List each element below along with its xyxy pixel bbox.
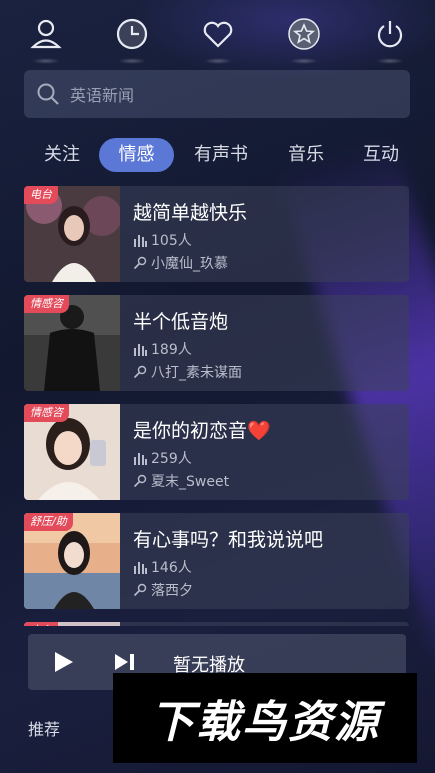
host-name: 夏末_Sweet (151, 474, 230, 490)
listener-count: 146人 (151, 560, 192, 576)
search-input[interactable]: 英语新闻 (70, 82, 134, 106)
tab-music[interactable]: 音乐 (282, 138, 330, 172)
list-item[interactable]: 情感咨 是你的初恋音❤️ 259人 夏末_Sweet (24, 404, 409, 500)
room-title: 越简单越快乐 (133, 202, 248, 224)
watermark-text: 下载鸟资源 (150, 697, 380, 748)
listeners-icon (134, 344, 147, 356)
search-bar[interactable]: 英语新闻 (24, 70, 410, 118)
star-icon[interactable] (284, 14, 324, 64)
room-badge: 电台 (24, 622, 58, 626)
listeners-icon (134, 235, 147, 247)
room-badge: 舒压/助 (24, 513, 73, 531)
list-item[interactable]: 情感咨 半个低音炮 189人 八打_素未谋面 (24, 295, 409, 391)
listener-count: 189人 (151, 342, 192, 358)
search-icon (37, 83, 59, 105)
room-title: 是你的初恋音❤️ (133, 420, 271, 442)
top-toolbar (0, 8, 435, 64)
room-list: 电台 越简单越快乐 105人 小魔仙_玖慕 情感咨 半个低音炮 189人 八打_… (24, 186, 409, 626)
microphone-icon (133, 474, 147, 488)
listeners-icon (134, 562, 147, 574)
clock-icon[interactable] (112, 14, 152, 64)
microphone-icon (133, 256, 147, 270)
tab-emotion[interactable]: 情感 (99, 138, 174, 172)
list-item[interactable]: 电台 越简单越快乐 105人 小魔仙_玖慕 (24, 186, 409, 282)
room-title: 半个低音炮 (133, 311, 229, 333)
listeners-icon (134, 453, 147, 465)
room-badge: 情感咨 (24, 404, 69, 422)
list-item[interactable]: 舒压/助 有心事吗？和我说说吧 146人 落西夕 (24, 513, 409, 609)
listener-count: 105人 (151, 233, 192, 249)
user-icon[interactable] (26, 14, 66, 64)
listener-count: 259人 (151, 451, 192, 467)
tab-audiobook[interactable]: 有声书 (188, 138, 254, 172)
host-name: 八打_素未谋面 (151, 365, 242, 381)
host-name: 落西夕 (151, 583, 193, 599)
tab-follow[interactable]: 关注 (36, 138, 88, 172)
host-name: 小魔仙_玖慕 (151, 256, 228, 272)
tab-interactive[interactable]: 互动 (356, 138, 406, 172)
list-item[interactable]: 电台 (24, 622, 409, 626)
play-icon[interactable] (52, 651, 74, 673)
room-badge: 电台 (24, 186, 58, 204)
microphone-icon (133, 583, 147, 597)
nav-recommend[interactable]: 推荐 (28, 716, 60, 740)
category-tabs: 关注 情感 有声书 音乐 互动 (0, 138, 435, 172)
microphone-icon (133, 365, 147, 379)
next-track-icon[interactable] (114, 653, 136, 671)
power-icon[interactable] (370, 14, 410, 64)
room-badge: 情感咨 (24, 295, 69, 313)
room-title: 有心事吗？和我说说吧 (133, 529, 324, 551)
watermark: 下载鸟资源 (113, 673, 417, 763)
heart-icon[interactable] (198, 14, 238, 64)
